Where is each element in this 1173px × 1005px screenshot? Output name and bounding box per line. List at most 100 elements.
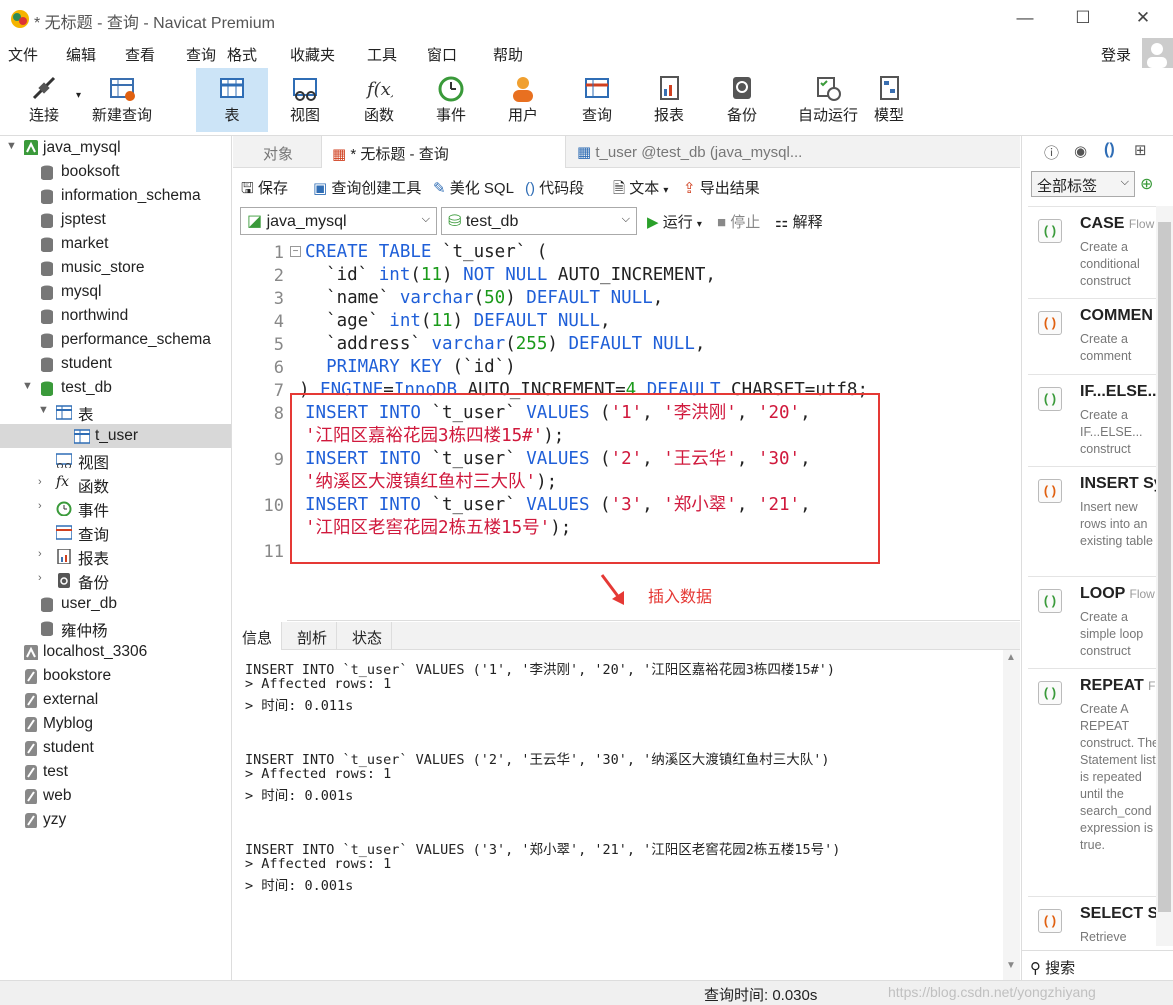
- beautify-sql-button[interactable]: ✎ 美化 SQL: [433, 177, 514, 198]
- tag-filter-select[interactable]: 全部标签 ⌵: [1031, 171, 1135, 197]
- maximize-button[interactable]: ☐: [1068, 8, 1098, 28]
- add-snippet-icon[interactable]: ⊕: [1140, 174, 1153, 194]
- event-button[interactable]: 事件: [416, 68, 486, 132]
- run-button[interactable]: ▶ 运行 ▾: [647, 211, 702, 232]
- chevron-down-icon[interactable]: ▼: [38, 404, 49, 416]
- database-select[interactable]: ⛁ test_db ⌵: [441, 207, 637, 235]
- menu-query[interactable]: 查询: [186, 44, 216, 65]
- close-button[interactable]: ✕: [1128, 8, 1158, 28]
- snippet-scrollbar[interactable]: [1156, 206, 1173, 946]
- tab-status[interactable]: 状态: [343, 622, 393, 650]
- tab-query[interactable]: ▦ * 无标题 - 查询: [321, 136, 566, 168]
- query-button[interactable]: 查询: [562, 68, 632, 132]
- tree-db-test-db[interactable]: ▼ test_db: [0, 376, 231, 400]
- scroll-up-icon[interactable]: ▲: [1006, 652, 1016, 663]
- tree-db-yongzhongyang[interactable]: 雍仲杨: [0, 616, 231, 640]
- tree-connection-localhost[interactable]: localhost_3306: [0, 640, 231, 664]
- scroll-down-icon[interactable]: ▼: [1006, 960, 1016, 971]
- snippet-select[interactable]: ( ) SELECT Sy Retrieve: [1028, 896, 1168, 946]
- message-scrollbar[interactable]: ▲ ▼: [1003, 650, 1020, 980]
- snippet-comment[interactable]: ( ) COMMEN Create a comment: [1028, 298, 1168, 372]
- tree-db-user-db[interactable]: user_db: [0, 592, 231, 616]
- eye-icon[interactable]: ◉: [1074, 142, 1087, 160]
- tree-db-northwind[interactable]: northwind: [0, 304, 231, 328]
- fold-toggle-icon[interactable]: −: [290, 246, 301, 257]
- snippet-search[interactable]: ⚲ 搜索: [1022, 950, 1173, 980]
- menu-window[interactable]: 窗口: [427, 44, 457, 65]
- tree-db-booksoft[interactable]: booksoft: [0, 160, 231, 184]
- report-button[interactable]: 报表: [634, 68, 704, 132]
- tree-functions-folder[interactable]: › fx 函数: [0, 472, 231, 496]
- chevron-right-icon[interactable]: ›: [38, 500, 42, 512]
- tree-connection-student[interactable]: student: [0, 736, 231, 760]
- connection-select[interactable]: ◪ java_mysql ⌵: [240, 207, 437, 235]
- connect-button[interactable]: 连接: [14, 68, 74, 132]
- menu-help[interactable]: 帮助: [493, 44, 523, 65]
- tab-profile[interactable]: 剖析: [288, 622, 338, 650]
- tree-db-mysql[interactable]: mysql: [0, 280, 231, 304]
- tree-connection-bookstore[interactable]: bookstore: [0, 664, 231, 688]
- tree-connection-web[interactable]: web: [0, 784, 231, 808]
- view-button[interactable]: 视图: [270, 68, 340, 132]
- snippet-insert[interactable]: ( ) INSERT Sy Insert new rows into an ex…: [1028, 466, 1168, 572]
- backup-button[interactable]: 备份: [706, 68, 778, 132]
- tree-db-student[interactable]: student: [0, 352, 231, 376]
- scrollbar-thumb[interactable]: [1158, 222, 1171, 912]
- tree-connection-myblog[interactable]: Myblog: [0, 712, 231, 736]
- explain-button[interactable]: ⚏ 解释: [775, 211, 823, 232]
- tree-db-information-schema[interactable]: information_schema: [0, 184, 231, 208]
- menu-edit[interactable]: 编辑: [66, 44, 96, 65]
- export-result-button[interactable]: ⇪ 导出结果: [683, 177, 760, 198]
- sql-editor[interactable]: 1 2 3 4 5 6 7 8 9 10 11 − CREATE TABLE `…: [233, 236, 1020, 621]
- user-button[interactable]: 用户: [488, 68, 558, 132]
- menu-view[interactable]: 查看: [125, 44, 155, 65]
- tree-connection-test[interactable]: test: [0, 760, 231, 784]
- avatar[interactable]: [1142, 38, 1173, 68]
- new-query-button[interactable]: 新建查询: [88, 68, 156, 132]
- tab-info[interactable]: 信息: [233, 622, 283, 650]
- tree-db-market[interactable]: market: [0, 232, 231, 256]
- snippet-loop[interactable]: ( ) LOOP Flow Create a simple loop const…: [1028, 576, 1168, 666]
- tree-connection-external[interactable]: external: [0, 688, 231, 712]
- connect-dropdown-icon[interactable]: ▾: [76, 90, 81, 101]
- info-icon[interactable]: ⓘ: [1044, 142, 1059, 163]
- snippet-if-else[interactable]: ( ) IF...ELSE... Create a IF...ELSE... c…: [1028, 374, 1168, 464]
- snippet-case[interactable]: ( ) CASE Flow Create a conditional const…: [1028, 206, 1168, 296]
- tree-table-t-user[interactable]: t_user: [0, 424, 231, 448]
- menu-favorites[interactable]: 收藏夹: [290, 44, 335, 65]
- tree-backups-folder[interactable]: › 备份: [0, 568, 231, 592]
- tree-db-music-store[interactable]: music_store: [0, 256, 231, 280]
- tree-queries-folder[interactable]: 查询: [0, 520, 231, 544]
- chevron-right-icon[interactable]: ›: [38, 572, 42, 584]
- table-button[interactable]: 表: [196, 68, 268, 132]
- code-snippet-button[interactable]: () 代码段: [525, 177, 584, 198]
- chevron-down-icon[interactable]: ▼: [6, 140, 17, 152]
- tree-events-folder[interactable]: › 事件: [0, 496, 231, 520]
- tree-db-performance-schema[interactable]: performance_schema: [0, 328, 231, 352]
- tab-table-t-user[interactable]: ▦ t_user @test_db (java_mysql...: [567, 136, 812, 168]
- chevron-right-icon[interactable]: ›: [38, 476, 42, 488]
- tree-db-jsptest[interactable]: jsptest: [0, 208, 231, 232]
- model-button[interactable]: 模型: [856, 68, 922, 132]
- tab-objects[interactable]: 对象: [253, 136, 303, 168]
- text-button[interactable]: 🗎 文本 ▾: [613, 177, 668, 203]
- grid-icon[interactable]: ⊞: [1134, 141, 1147, 159]
- chevron-right-icon[interactable]: ›: [38, 548, 42, 560]
- query-builder-button[interactable]: ▣ 查询创建工具: [313, 177, 421, 198]
- snippet-icon[interactable]: (): [1104, 141, 1115, 159]
- menu-tools[interactable]: 工具: [367, 44, 397, 65]
- menu-format[interactable]: 格式: [227, 44, 257, 65]
- chevron-down-icon[interactable]: ▼: [22, 380, 33, 392]
- save-button[interactable]: 🖫 保存: [241, 177, 288, 203]
- tree-tables-folder[interactable]: ▼ 表: [0, 400, 231, 424]
- tree-connection-yzy[interactable]: yzy: [0, 808, 231, 832]
- snippet-repeat[interactable]: ( ) REPEAT Fl Create A REPEAT construct.…: [1028, 668, 1168, 894]
- tree-reports-folder[interactable]: › 报表: [0, 544, 231, 568]
- stop-button[interactable]: ■ 停止: [717, 211, 760, 232]
- tree-views-folder[interactable]: 视图: [0, 448, 231, 472]
- menu-file[interactable]: 文件: [8, 44, 38, 65]
- tree-connection-java-mysql[interactable]: ▼ java_mysql: [0, 136, 231, 160]
- minimize-button[interactable]: —: [1010, 8, 1040, 28]
- function-button[interactable]: f(x) 函数: [344, 68, 414, 132]
- login-link[interactable]: 登录: [1101, 44, 1131, 65]
